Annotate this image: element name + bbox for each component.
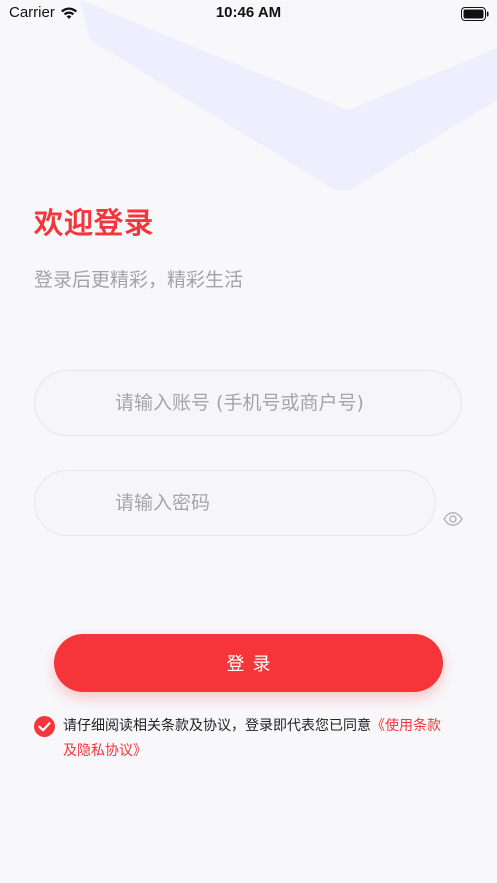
password-field [34,470,436,536]
agreement-checkbox[interactable] [34,716,55,737]
status-bar: Carrier 10:46 AM [0,0,497,26]
background-chevron-decoration [80,0,497,190]
account-field [34,370,462,436]
login-button[interactable]: 登录 [54,634,443,692]
agreement-statement: 请仔细阅读相关条款及协议，登录即代表您已同意 [63,718,371,734]
clock-time: 10:46 AM [215,4,282,21]
page-title: 欢迎登录 [34,206,155,240]
agreement-text: 请仔细阅读相关条款及协议，登录即代表您已同意《使用条款及隐私协议》 [63,714,443,764]
battery-icon [461,6,489,25]
account-input[interactable] [35,371,461,435]
password-input[interactable] [35,471,435,535]
page-subtitle: 登录后更精彩，精彩生活 [34,269,244,291]
checkmark-icon [38,722,51,732]
eye-icon[interactable] [443,511,463,531]
